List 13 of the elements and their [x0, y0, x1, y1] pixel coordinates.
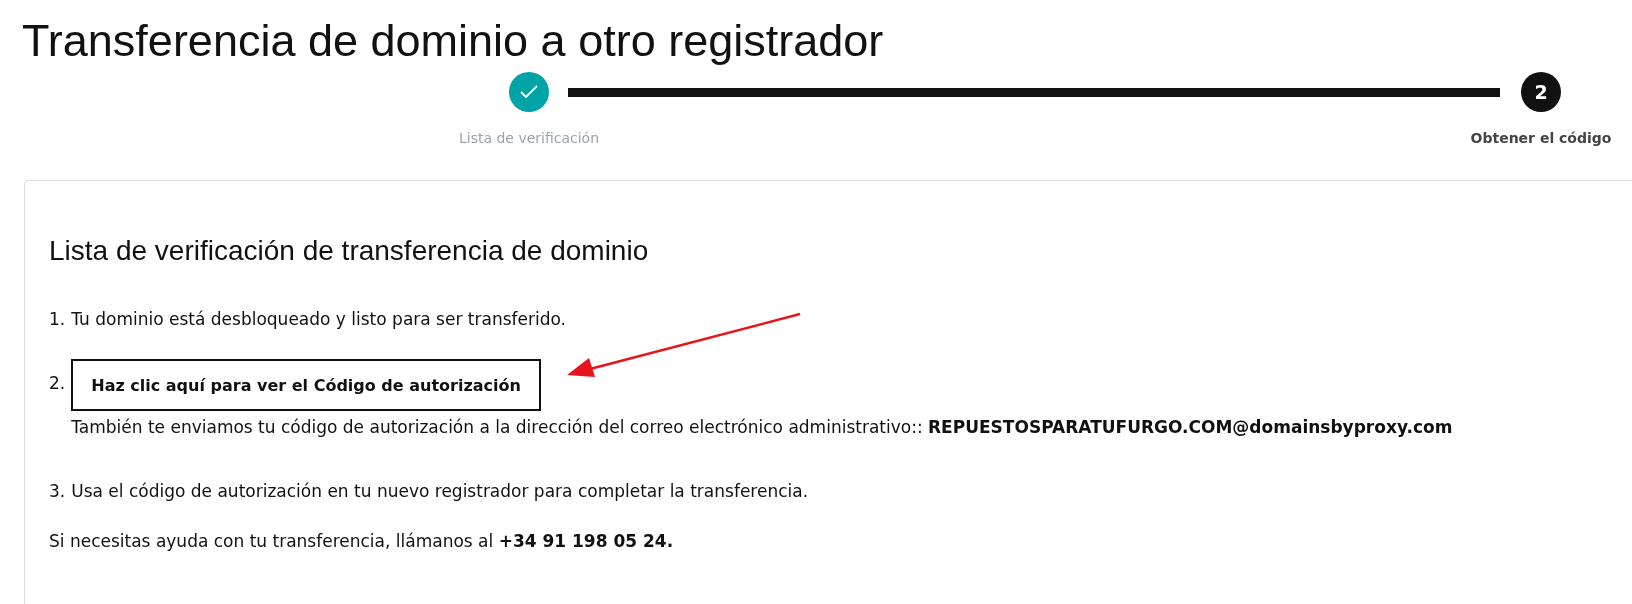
auth-code-button[interactable]: Haz clic aquí para ver el Código de autorización: [71, 359, 541, 411]
list-text: Usa el código de autorización en tu nuevo registrador para completar la transferencia.: [71, 481, 809, 501]
card-heading: Lista de verificación de transferencia de dominio: [49, 235, 650, 267]
page-title: Transferencia de dominio a otro registrador: [21, 14, 885, 68]
list-number: 1.: [49, 309, 66, 329]
list-number: 2.: [49, 372, 66, 395]
list-number: 3.: [49, 481, 66, 501]
list-text: Tu dominio está desbloqueado y listo para ser transferido.: [71, 309, 566, 329]
step-label: Obtener el código: [1470, 130, 1612, 146]
step-number: 2: [1521, 72, 1561, 112]
help-text: Si necesitas ayuda con tu transferencia, llámanos al +34 91 198 05 24.: [49, 531, 675, 551]
email-note: También te enviamos tu código de autorización a la dirección del correo electrónico administrativo:: REPUESTOSPARATUFURGO.COM@domainsbyproxy.com: [71, 417, 1453, 437]
step-label: Lista de verificación: [458, 130, 600, 146]
